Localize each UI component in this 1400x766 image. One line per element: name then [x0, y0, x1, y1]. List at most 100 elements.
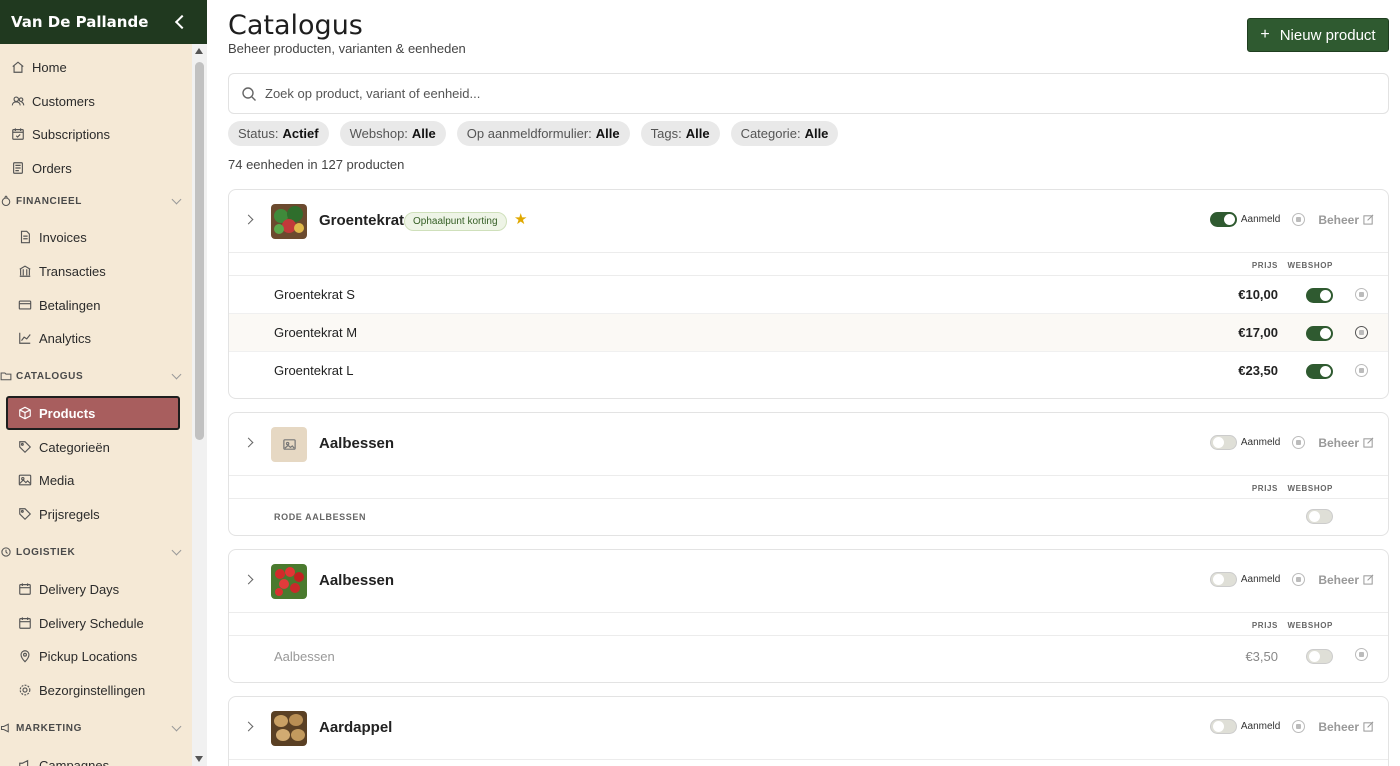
stop-icon[interactable]: [1355, 326, 1368, 339]
stop-icon[interactable]: [1355, 364, 1368, 377]
stop-icon[interactable]: [1292, 436, 1306, 449]
sidebar-item-pickup-locations[interactable]: Pickup Locations: [0, 639, 192, 673]
sidebar-item-media[interactable]: Media: [0, 463, 192, 497]
sidebar-item-campagnes[interactable]: Campagnes: [0, 748, 192, 766]
chevron-right-icon[interactable]: [243, 721, 254, 732]
product-header[interactable]: Aardappel Aanmeld Beheer: [229, 697, 1388, 760]
stop-icon[interactable]: [1292, 720, 1306, 733]
folder-icon: [0, 370, 12, 382]
filter-webshop[interactable]: Webshop: Alle: [339, 121, 446, 146]
variant-price: €17,00: [1238, 325, 1278, 340]
sidebar-item-invoices[interactable]: Invoices: [0, 220, 192, 254]
sidebar-item-label: Delivery Days: [39, 581, 120, 597]
truck-icon: [0, 546, 12, 558]
beheer-button[interactable]: Beheer: [1318, 720, 1374, 734]
collapse-sidebar-icon[interactable]: [174, 14, 190, 30]
receipt-icon: [11, 161, 25, 175]
search-input[interactable]: [265, 86, 1365, 101]
column-prijs: PRIJS: [1251, 261, 1278, 270]
product-thumbnail: [271, 711, 307, 746]
sidebar-item-bezorginstellingen[interactable]: Bezorginstellingen: [0, 673, 192, 707]
product-badge: Ophaalpunt korting: [404, 212, 507, 231]
variant-row[interactable]: Groentekrat S €10,00: [229, 276, 1388, 314]
search-box[interactable]: [228, 73, 1389, 114]
section-logistiek[interactable]: LOGISTIEK: [0, 542, 192, 562]
sidebar-item-home[interactable]: Home: [0, 50, 192, 84]
sidebar-item-analytics[interactable]: Analytics: [0, 321, 192, 355]
variant-row[interactable]: Groentekrat M €17,00: [229, 314, 1388, 352]
webshop-toggle[interactable]: [1306, 288, 1333, 303]
webshop-toggle[interactable]: [1306, 364, 1333, 379]
section-financieel[interactable]: FINANCIEEL: [0, 191, 192, 211]
brand-name: Van De Pallande: [11, 13, 149, 31]
sidebar-item-subscriptions[interactable]: Subscriptions: [0, 117, 192, 151]
sidebar-item-prijsregels[interactable]: Prijsregels: [0, 497, 192, 531]
sidebar-item-categorieen[interactable]: Categorieën: [0, 430, 192, 464]
product-name: Groentekrat: [319, 212, 405, 229]
product-header[interactable]: Groentekrat Ophaalpunt korting ★ Aanmeld…: [229, 190, 1388, 253]
edit-icon: [1363, 574, 1374, 585]
stop-icon[interactable]: [1355, 648, 1368, 661]
price-tag-icon: [18, 507, 32, 521]
chevron-right-icon[interactable]: [243, 574, 254, 585]
sidebar-item-delivery-schedule[interactable]: Delivery Schedule: [0, 606, 192, 640]
webshop-toggle[interactable]: [1306, 326, 1333, 341]
credit-card-icon: [18, 298, 32, 312]
product-name: Aalbessen: [319, 572, 395, 589]
new-product-button[interactable]: + Nieuw product: [1247, 18, 1389, 52]
filter-aanmeldformulier[interactable]: Op aanmeldformulier: Alle: [456, 121, 630, 146]
sidebar-item-customers[interactable]: Customers: [0, 84, 192, 118]
filter-status[interactable]: Status: Actief: [228, 121, 329, 146]
aanmeld-toggle[interactable]: [1209, 435, 1237, 450]
stop-icon[interactable]: [1292, 573, 1306, 586]
sidebar-item-betalingen[interactable]: Betalingen: [0, 288, 192, 322]
variant-name: Groentekrat L: [274, 363, 354, 378]
product-header[interactable]: Aalbessen Aanmeld Beheer: [229, 550, 1388, 613]
column-webshop: WEBSHOP: [1287, 621, 1333, 630]
webshop-toggle[interactable]: [1306, 509, 1333, 524]
brand-bar: Van De Pallande: [0, 0, 207, 44]
star-icon[interactable]: ★: [514, 210, 527, 228]
aanmeld-toggle[interactable]: [1209, 572, 1237, 587]
chevron-right-icon[interactable]: [243, 437, 254, 448]
stop-icon[interactable]: [1355, 288, 1368, 301]
megaphone-icon: [0, 722, 12, 734]
product-actions: Aanmeld Beheer: [1209, 572, 1374, 587]
edit-icon: [1363, 214, 1374, 225]
filter-categorie[interactable]: Categorie: Alle: [730, 121, 839, 146]
aanmeld-label: Aanmeld: [1240, 437, 1281, 448]
section-catalogus[interactable]: CATALOGUS: [0, 366, 192, 386]
aanmeld-toggle[interactable]: [1209, 212, 1237, 227]
sidebar-item-label: Invoices: [39, 229, 87, 245]
filter-label: Webshop: [349, 126, 405, 141]
column-headers: PRIJS WEBSHOP: [229, 253, 1388, 276]
product-header[interactable]: Aalbessen Aanmeld Beheer: [229, 413, 1388, 476]
variant-group-row[interactable]: RODE AALBESSEN: [229, 499, 1388, 534]
stop-icon[interactable]: [1292, 213, 1306, 226]
sidebar-item-transacties[interactable]: Transacties: [0, 254, 192, 288]
product-card: Aalbessen Aanmeld Beheer PRIJS WEBSHOP R…: [228, 412, 1389, 536]
scroll-up-icon[interactable]: [195, 48, 203, 54]
variant-row[interactable]: Aalbessen €3,50: [229, 636, 1388, 680]
filter-tags[interactable]: Tags: Alle: [640, 121, 720, 146]
scroll-down-icon[interactable]: [195, 756, 203, 762]
sidebar-item-delivery-days[interactable]: Delivery Days: [0, 572, 192, 606]
beheer-button[interactable]: Beheer: [1318, 213, 1374, 227]
chevron-right-icon[interactable]: [243, 214, 254, 225]
section-marketing[interactable]: MARKETING: [0, 718, 192, 738]
beheer-button[interactable]: Beheer: [1318, 436, 1374, 450]
filter-label: Tags: [650, 126, 679, 141]
new-product-label: Nieuw product: [1279, 26, 1376, 44]
webshop-toggle[interactable]: [1306, 649, 1333, 664]
variant-row[interactable]: Groentekrat L €23,50: [229, 352, 1388, 390]
sidebar-item-orders[interactable]: Orders: [0, 151, 192, 185]
aanmeld-toggle[interactable]: [1209, 719, 1237, 734]
sidebar-item-products[interactable]: Products: [6, 396, 180, 430]
sidebar-scrollbar[interactable]: [192, 44, 207, 766]
variant-price: €3,50: [1245, 649, 1278, 664]
money-icon: [0, 195, 12, 207]
beheer-button[interactable]: Beheer: [1318, 573, 1374, 587]
product-name: Aalbessen: [319, 435, 395, 452]
scroll-thumb[interactable]: [195, 62, 204, 440]
chevron-down-icon: [171, 721, 182, 732]
